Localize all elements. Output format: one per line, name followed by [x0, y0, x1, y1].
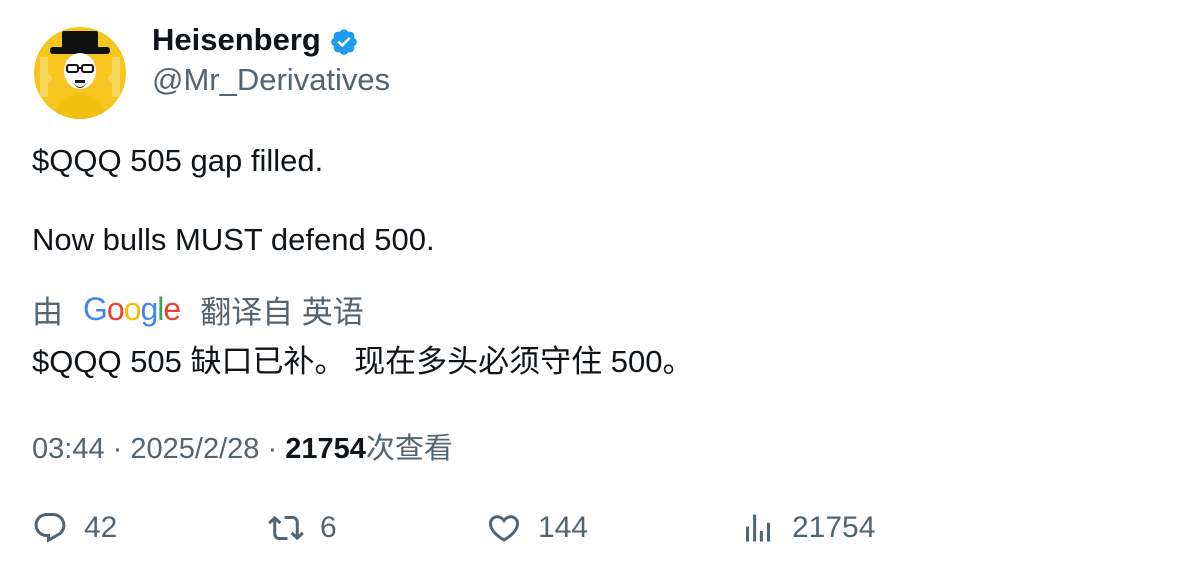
verified-badge-icon[interactable]: [329, 27, 359, 57]
tweet-meta: 03:44 · 2025/2/28 · 21754次查看: [32, 425, 453, 467]
reply-icon: [34, 513, 66, 543]
tweet-time[interactable]: 03:44: [32, 433, 105, 465]
meta-separator: ·: [267, 433, 278, 465]
tweet-actions: 42 6 144 21754: [32, 510, 1162, 554]
translation-attribution: 由 Google 翻译自 英语: [32, 287, 364, 332]
translation-prefix: 由: [32, 295, 63, 330]
retweet-icon: [268, 515, 304, 541]
author-handle[interactable]: @Mr_Derivatives: [152, 62, 390, 98]
like-count: 144: [538, 511, 589, 544]
translation-suffix[interactable]: 翻译自 英语: [200, 287, 364, 332]
like-button[interactable]: 144: [486, 510, 588, 546]
author-name-row: Heisenberg: [152, 22, 359, 58]
reply-button[interactable]: 42: [32, 510, 117, 546]
reply-count: 42: [84, 511, 118, 544]
meta-separator: ·: [112, 433, 123, 465]
avatar[interactable]: [34, 27, 126, 119]
views-chart-icon: [746, 514, 770, 542]
tweet-text-line-2: Now bulls MUST defend 500.: [32, 222, 435, 257]
views-label: 次查看: [365, 433, 453, 465]
google-logo: Google: [83, 291, 181, 327]
retweet-count: 6: [320, 511, 337, 544]
retweet-button[interactable]: 6: [268, 510, 337, 546]
views-action-count: 21754: [792, 511, 876, 544]
heart-icon: [488, 515, 520, 542]
views-count: 21754: [285, 433, 366, 465]
tweet-date[interactable]: 2025/2/28: [130, 433, 259, 465]
author-display-name[interactable]: Heisenberg: [152, 22, 321, 58]
translated-text: $QQQ 505 缺口已补。 现在多头必须守住 500。: [32, 344, 694, 379]
views-button[interactable]: 21754: [740, 510, 875, 546]
heisenberg-avatar-icon: [34, 27, 126, 119]
tweet-text-line-1: $QQQ 505 gap filled.: [32, 143, 324, 178]
